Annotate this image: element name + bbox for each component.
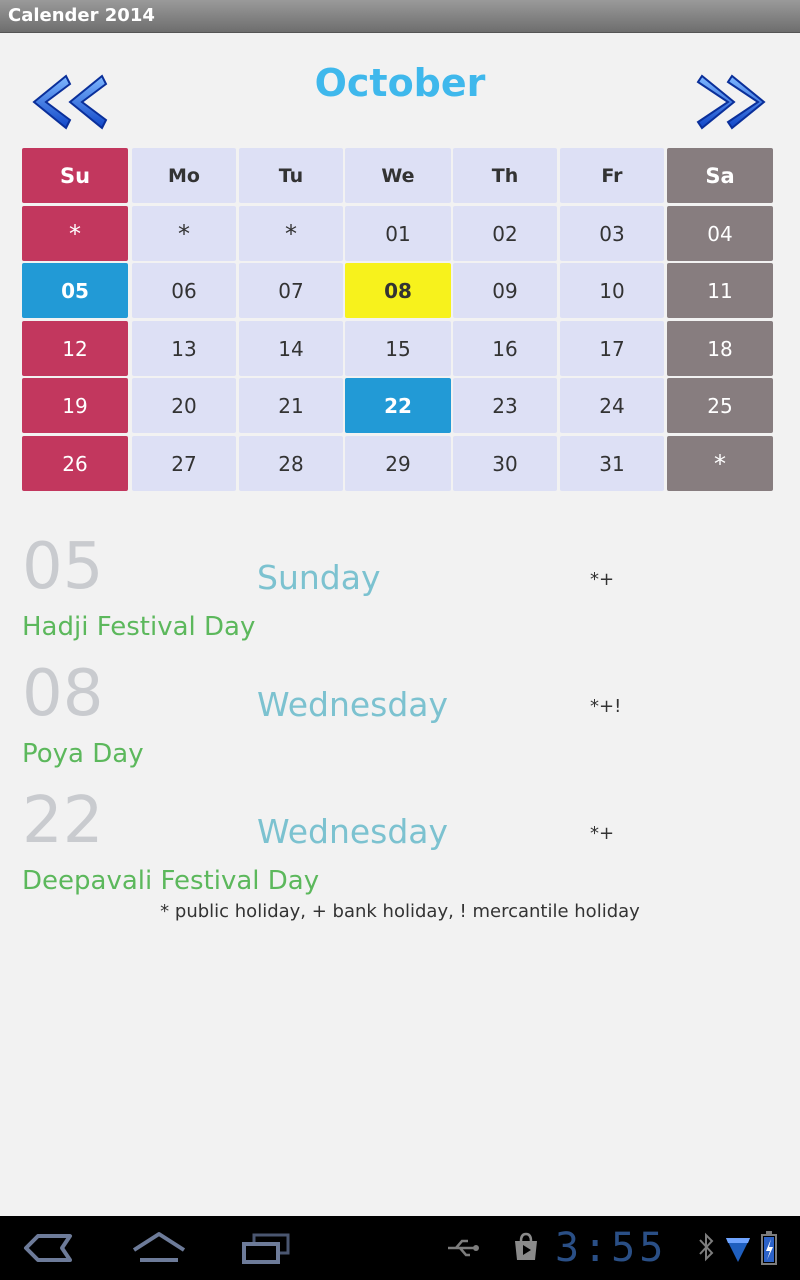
recent-apps-icon[interactable]: [240, 1232, 292, 1266]
holiday-legend: * public holiday, + bank holiday, ! merc…: [160, 901, 640, 922]
home-icon[interactable]: [130, 1230, 188, 1266]
day-cell-19[interactable]: 19: [22, 378, 128, 433]
event-weekday: Wednesday: [257, 812, 449, 851]
day-cell-28[interactable]: 28: [239, 436, 343, 491]
weekday-header-we: We: [345, 148, 451, 203]
day-cell-08[interactable]: 08: [345, 263, 451, 318]
day-cell-12[interactable]: 12: [22, 321, 128, 376]
title-bar: Calender 2014: [0, 0, 800, 33]
event-weekday: Sunday: [257, 558, 381, 597]
day-cell-06[interactable]: 06: [132, 263, 236, 318]
day-cell-22[interactable]: 22: [345, 378, 451, 433]
day-cell-05[interactable]: 05: [22, 263, 128, 318]
day-cell-29[interactable]: 29: [345, 436, 451, 491]
back-icon[interactable]: [22, 1232, 76, 1264]
weekday-header-sa: Sa: [667, 148, 773, 203]
weekday-header-th: Th: [453, 148, 557, 203]
event-name: Hadji Festival Day: [22, 612, 256, 642]
day-cell-25[interactable]: 25: [667, 378, 773, 433]
day-cell-01[interactable]: 01: [345, 206, 451, 261]
day-cell-30[interactable]: 30: [453, 436, 557, 491]
event-holiday-flags: *+: [590, 823, 615, 844]
event-day-number: 05: [22, 530, 104, 604]
day-cell-02[interactable]: 02: [453, 206, 557, 261]
day-cell-03[interactable]: 03: [560, 206, 664, 261]
event-day-number: 08: [22, 657, 104, 731]
day-cell-31[interactable]: 31: [560, 436, 664, 491]
event-day-number: 22: [22, 784, 104, 858]
day-cell-18[interactable]: 18: [667, 321, 773, 376]
day-cell-24[interactable]: 24: [560, 378, 664, 433]
status-clock: 3:55: [555, 1225, 668, 1271]
day-cell-21[interactable]: 21: [239, 378, 343, 433]
day-cell-04[interactable]: 04: [667, 206, 773, 261]
day-cell-20[interactable]: 20: [132, 378, 236, 433]
day-cell-10[interactable]: 10: [560, 263, 664, 318]
event-weekday: Wednesday: [257, 685, 449, 724]
day-cell-23[interactable]: 23: [453, 378, 557, 433]
weekday-header-su: Su: [22, 148, 128, 203]
day-cell-27[interactable]: 27: [132, 436, 236, 491]
app-title: Calender 2014: [8, 5, 155, 26]
empty-day-cell: *: [132, 206, 236, 261]
battery-charging-icon: [761, 1231, 777, 1265]
day-cell-13[interactable]: 13: [132, 321, 236, 376]
empty-day-cell: *: [667, 436, 773, 491]
wifi-icon: [726, 1238, 750, 1262]
bluetooth-icon: [699, 1232, 714, 1262]
event-name: Deepavali Festival Day: [22, 866, 320, 896]
weekday-header-mo: Mo: [132, 148, 236, 203]
next-month-button[interactable]: [694, 72, 766, 132]
double-chevron-right-icon: [696, 74, 766, 130]
previous-month-button[interactable]: [30, 72, 108, 132]
month-title: October: [314, 61, 486, 105]
weekday-header-fr: Fr: [560, 148, 664, 203]
event-holiday-flags: *+!: [590, 696, 622, 717]
day-cell-09[interactable]: 09: [453, 263, 557, 318]
day-cell-17[interactable]: 17: [560, 321, 664, 376]
event-name: Poya Day: [22, 739, 144, 769]
event-holiday-flags: *+: [590, 569, 615, 590]
day-cell-16[interactable]: 16: [453, 321, 557, 376]
usb-icon: [448, 1239, 479, 1257]
day-cell-26[interactable]: 26: [22, 436, 128, 491]
play-store-icon: [515, 1232, 537, 1260]
day-cell-15[interactable]: 15: [345, 321, 451, 376]
empty-day-cell: *: [22, 206, 128, 261]
day-cell-14[interactable]: 14: [239, 321, 343, 376]
weekday-header-tu: Tu: [239, 148, 343, 203]
day-cell-11[interactable]: 11: [667, 263, 773, 318]
day-cell-07[interactable]: 07: [239, 263, 343, 318]
double-chevron-left-icon: [32, 74, 108, 130]
empty-day-cell: *: [239, 206, 343, 261]
